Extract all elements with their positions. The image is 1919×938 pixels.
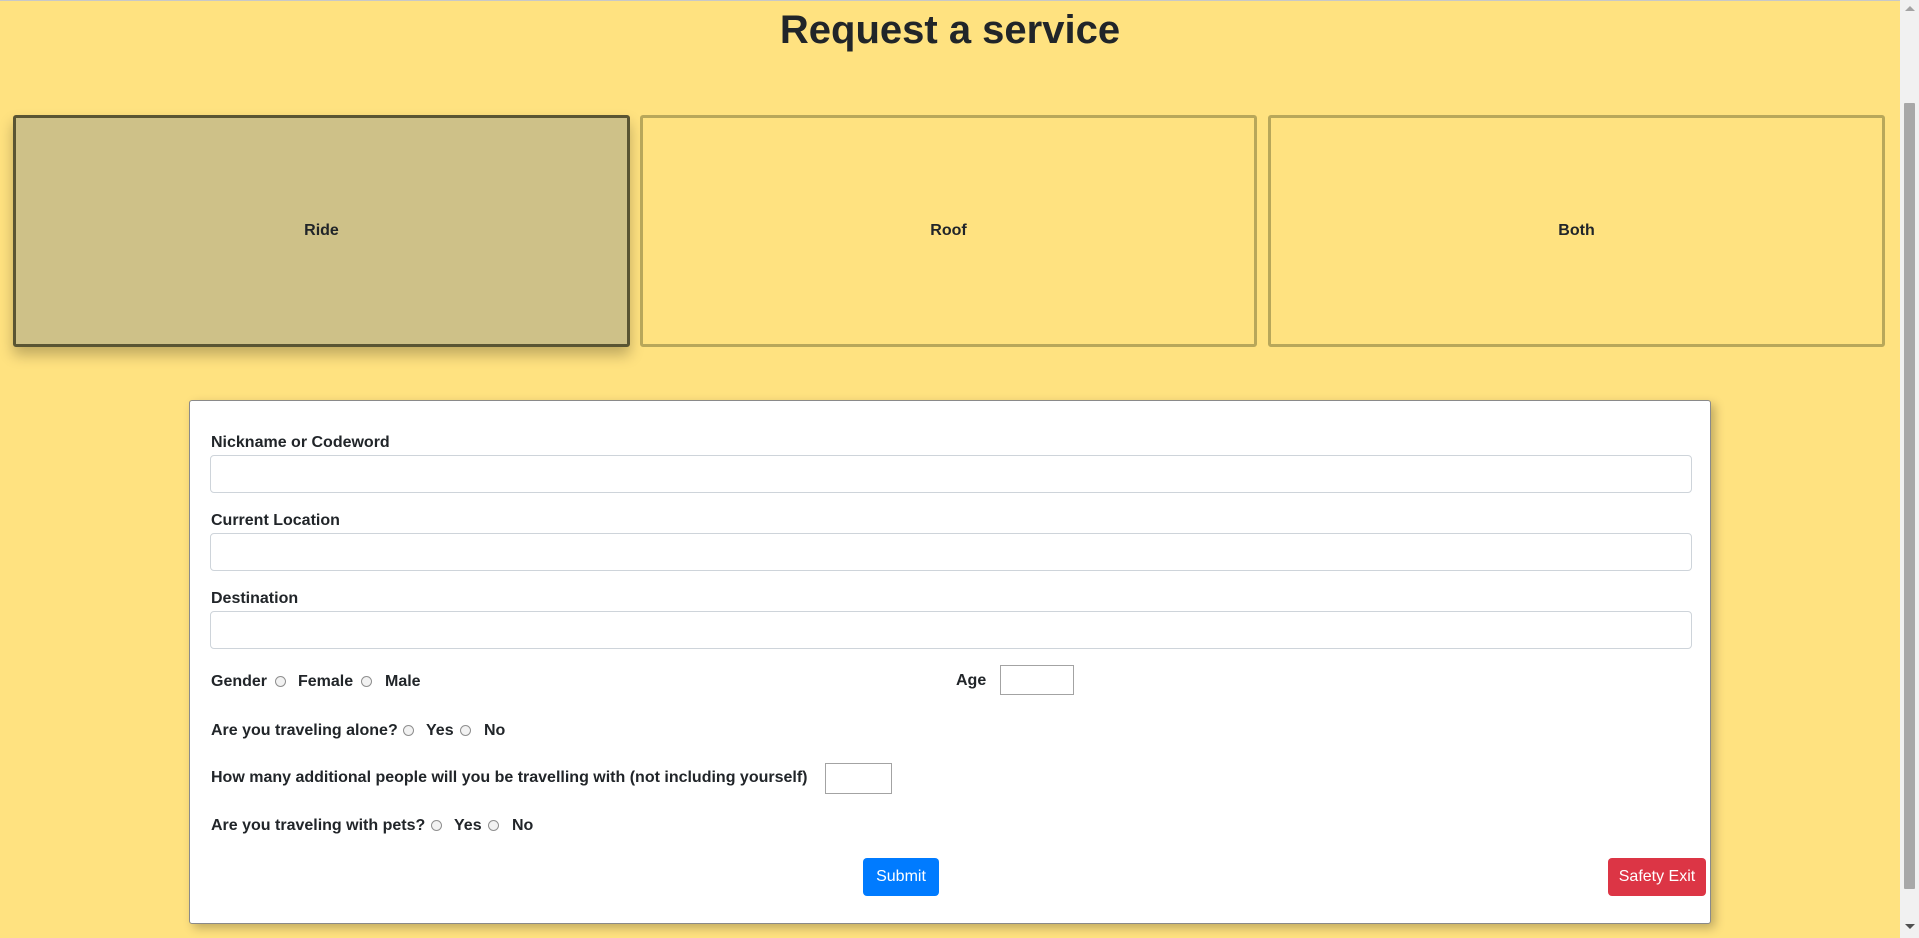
traveling-with-pets-label: Are you traveling with pets?	[211, 817, 426, 834]
safety-exit-button[interactable]: Safety Exit	[1608, 858, 1706, 896]
top-divider	[0, 0, 1900, 1]
gender-male-radio[interactable]	[361, 676, 372, 687]
pets-yes-label: Yes	[454, 817, 482, 834]
service-ride-label: Ride	[304, 222, 339, 239]
additional-people-input[interactable]	[825, 763, 892, 794]
request-form: Nickname or Codeword Current Location De…	[189, 400, 1711, 924]
page-title: Request a service	[779, 8, 1121, 52]
nickname-label: Nickname or Codeword	[211, 434, 390, 451]
gender-female-radio[interactable]	[275, 676, 286, 687]
age-label: Age	[956, 672, 987, 689]
pets-no-label: No	[512, 817, 534, 834]
nickname-input[interactable]	[210, 455, 1692, 493]
service-roof-label: Roof	[930, 222, 967, 239]
destination-label: Destination	[211, 590, 299, 607]
scroll-down-arrow-icon[interactable]	[1905, 924, 1915, 929]
gender-male-label: Male	[385, 673, 421, 690]
pets-yes-radio[interactable]	[431, 820, 442, 831]
service-ride-card[interactable]: Ride	[13, 115, 630, 347]
additional-people-label: How many additional people will you be t…	[211, 769, 808, 786]
gender-female-label: Female	[298, 673, 354, 690]
service-both-card[interactable]: Both	[1268, 115, 1885, 347]
current-location-label: Current Location	[211, 512, 340, 529]
pets-no-radio[interactable]	[488, 820, 499, 831]
age-input[interactable]	[1000, 665, 1074, 695]
current-location-input[interactable]	[210, 533, 1692, 571]
page: Request a service Ride Roof Both Nicknam…	[0, 0, 1919, 938]
traveling-alone-label: Are you traveling alone?	[211, 722, 398, 739]
scroll-up-arrow-icon[interactable]	[1905, 6, 1915, 11]
alone-no-label: No	[484, 722, 506, 739]
alone-no-radio[interactable]	[460, 725, 471, 736]
service-both-label: Both	[1558, 222, 1595, 239]
submit-button[interactable]: Submit	[863, 858, 939, 896]
scrollbar-thumb[interactable]	[1904, 103, 1915, 889]
destination-input[interactable]	[210, 611, 1692, 649]
alone-yes-label: Yes	[426, 722, 454, 739]
vertical-scrollbar[interactable]	[1900, 0, 1919, 938]
service-options: Ride Roof Both	[13, 115, 1889, 347]
gender-label: Gender	[211, 673, 268, 690]
alone-yes-radio[interactable]	[403, 725, 414, 736]
service-roof-card[interactable]: Roof	[640, 115, 1257, 347]
